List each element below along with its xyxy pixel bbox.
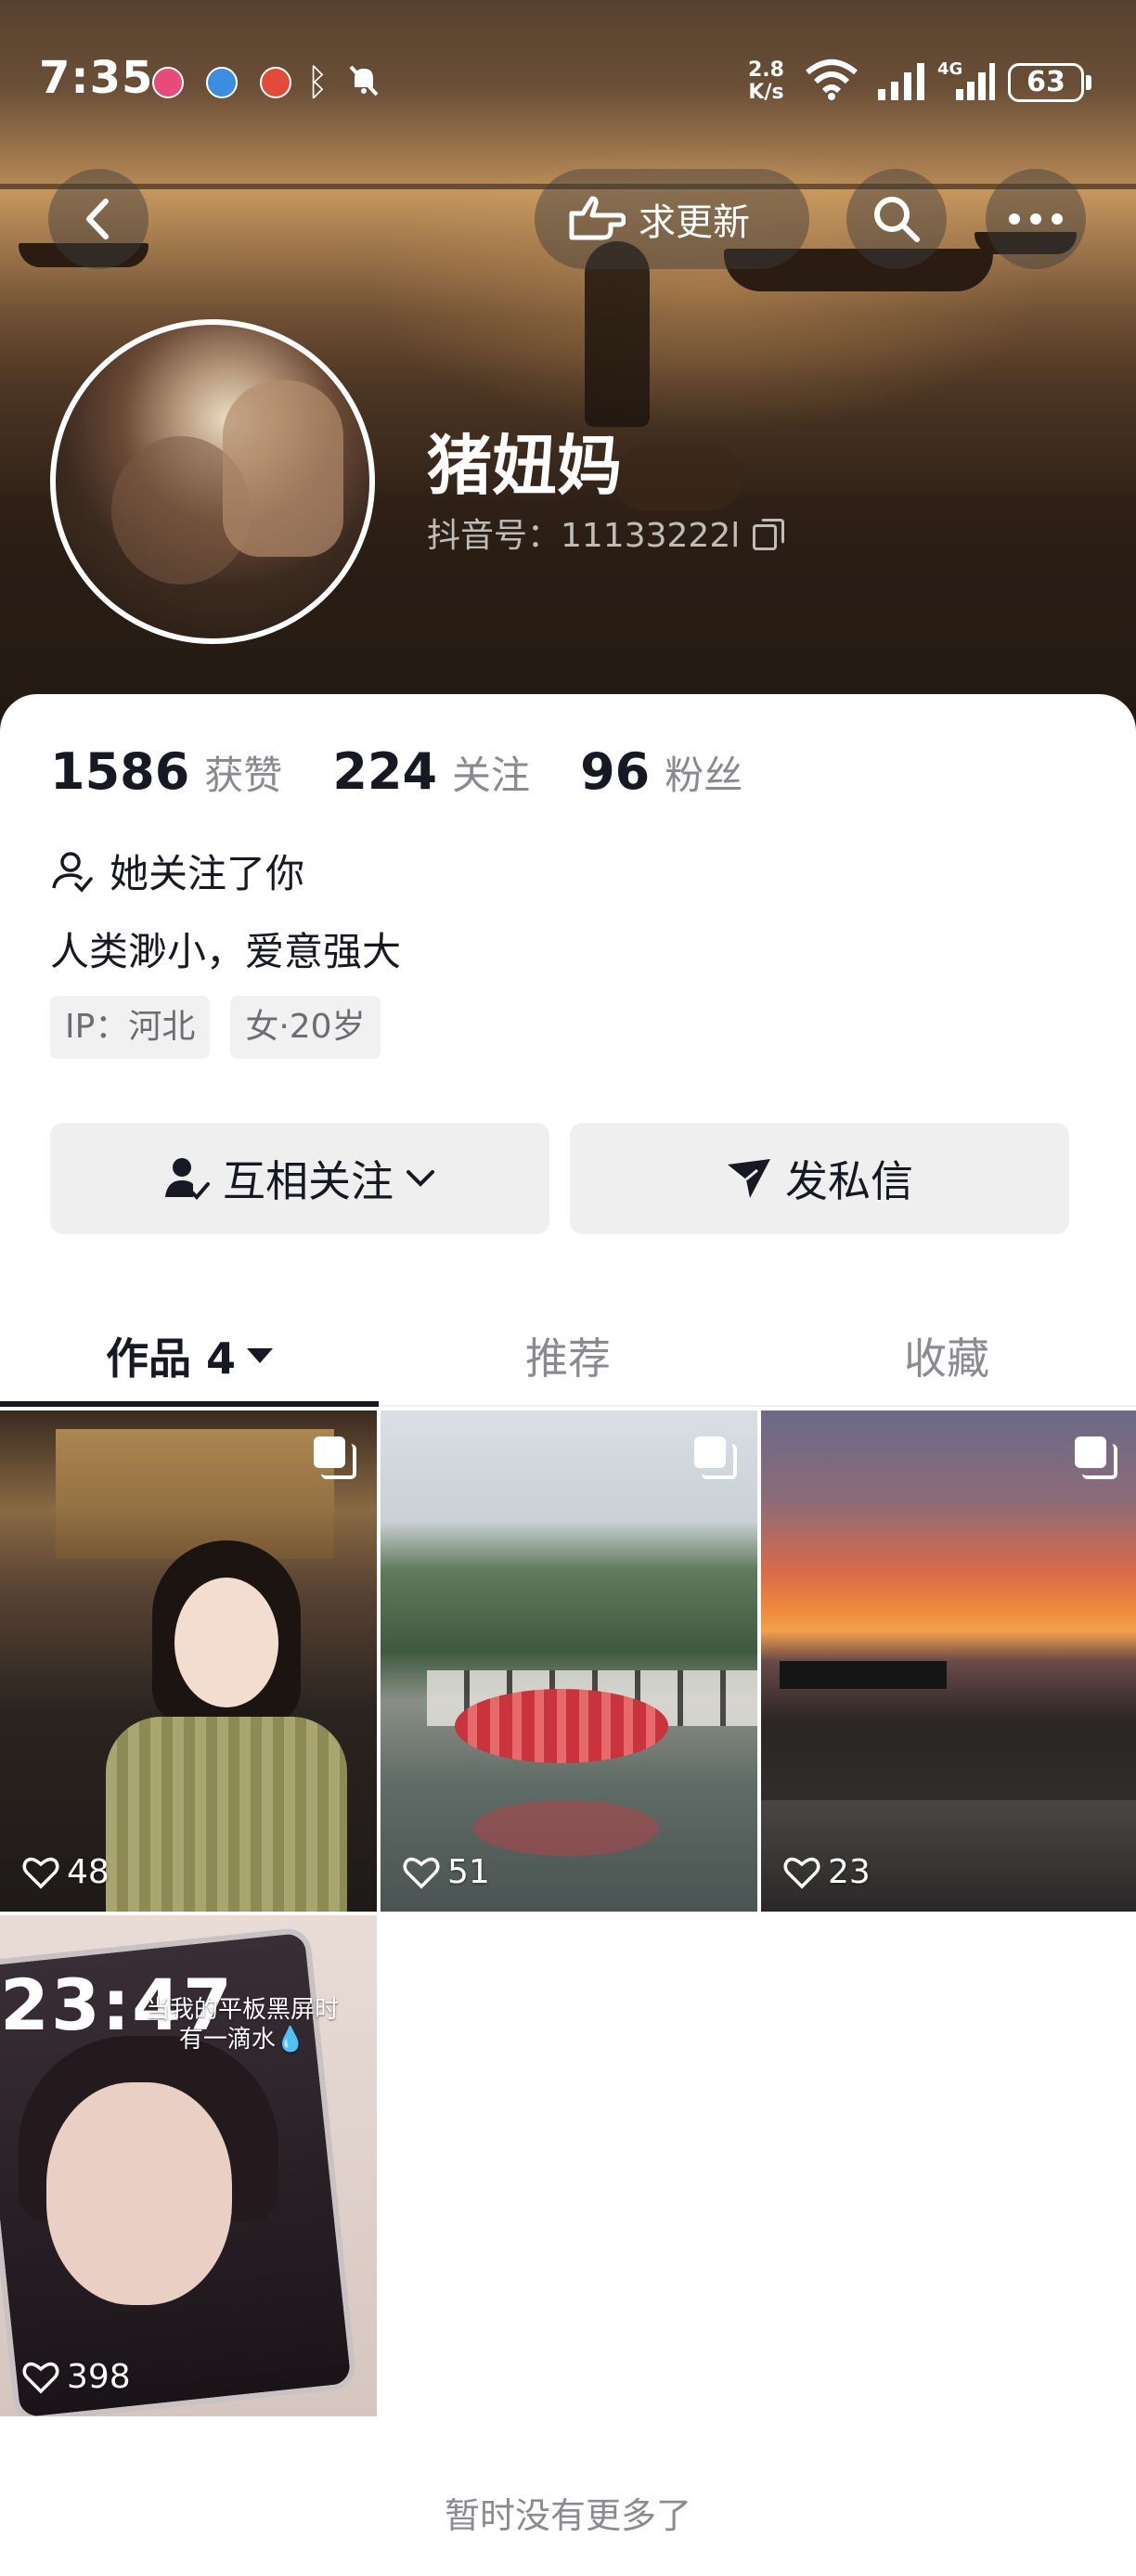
stat-label: 关注 [452, 753, 531, 798]
pointing-hand-icon [569, 196, 626, 240]
request-update-button[interactable]: 求更新 [535, 169, 809, 269]
avatar[interactable] [50, 319, 375, 644]
action-row: 互相关注 发私信 [50, 1123, 1069, 1234]
stat-following[interactable]: 224 关注 [332, 742, 530, 801]
heart-icon [22, 1857, 59, 1888]
no-more-text: 暂时没有更多了 [444, 2495, 691, 2536]
content-tabs: 作品 4 推荐 收藏 [0, 1307, 1136, 1407]
mutual-follow-button[interactable]: 互相关注 [50, 1123, 549, 1234]
signal-icon [956, 63, 995, 100]
wifi-icon [806, 59, 858, 100]
status-time: 7:35 [39, 52, 154, 104]
ip-tag: IP：河北 [50, 996, 211, 1059]
multi-image-icon [314, 1436, 356, 1479]
thumbnail-caption: 当我的平板黑屏时 有一滴水💧 [145, 1996, 339, 2054]
stat-number: 96 [580, 742, 651, 801]
back-button[interactable] [48, 169, 148, 269]
notification-app-icon [152, 67, 184, 98]
video-thumbnail[interactable]: 23 [761, 1410, 1136, 1912]
multi-image-icon [694, 1436, 737, 1479]
avatar-hand [223, 380, 343, 557]
request-update-label: 求更新 [639, 201, 750, 244]
tab-works[interactable]: 作品 4 [0, 1307, 379, 1407]
notification-app-icon [206, 67, 238, 98]
thumbnail-face [174, 1578, 278, 1707]
signal-icon [878, 63, 924, 100]
thumbnail-building [56, 1429, 334, 1559]
thumbnail-face [46, 2082, 232, 2305]
stat-likes[interactable]: 1586 获赞 [50, 742, 282, 801]
like-count: 23 [783, 1853, 871, 1891]
cover-dog [613, 445, 742, 510]
network-speed-value: 2.8 [748, 58, 784, 82]
chevron-left-icon [86, 199, 109, 239]
chevron-down-icon [407, 1170, 434, 1187]
search-icon [874, 197, 920, 242]
tab-label: 收藏 [904, 1333, 989, 1384]
thumbnail-traffic-light [780, 1661, 947, 1689]
like-count-value: 23 [828, 1853, 871, 1891]
profile-tags: IP：河北 女·20岁 [50, 996, 401, 1059]
stat-label: 粉丝 [665, 753, 743, 798]
stat-followers[interactable]: 96 粉丝 [580, 742, 742, 801]
cover-person [585, 241, 650, 427]
thumbnail-dress [106, 1717, 347, 1912]
like-count: 398 [22, 2358, 131, 2396]
person-icon [52, 851, 93, 893]
search-button[interactable] [846, 169, 947, 269]
send-message-label: 发私信 [785, 1156, 913, 1206]
heart-icon [783, 1857, 820, 1888]
thumbnail-reflection [473, 1800, 659, 1856]
more-button[interactable] [986, 169, 1086, 269]
send-message-button[interactable]: 发私信 [570, 1123, 1069, 1234]
bluetooth-icon: ᛒ [306, 61, 329, 104]
bio: 人类渺小，爱意强大 [50, 929, 402, 974]
like-count: 48 [22, 1853, 110, 1891]
gender-age-tag: 女·20岁 [230, 996, 381, 1059]
douyin-id[interactable]: 抖音号：11133222l [427, 509, 785, 557]
like-count: 51 [403, 1853, 490, 1891]
follows-you-indicator: 她关注了你 [50, 843, 304, 899]
mutual-follow-label: 互相关注 [223, 1156, 394, 1206]
battery-indicator: 63 [1008, 63, 1091, 102]
video-thumbnail[interactable]: 48 [0, 1410, 377, 1912]
bell-muted-icon [349, 65, 379, 97]
douyin-id-text: 抖音号：11133222l [427, 517, 741, 555]
more-dots-icon [1009, 213, 1063, 225]
profile-panel: 1586 获赞 224 关注 96 粉丝 她关注了你 人类渺小，爱意强大 IP：… [0, 694, 1136, 2576]
username: 猪妞妈 [427, 428, 622, 504]
follows-you-text: 她关注了你 [110, 851, 305, 896]
stat-number: 1586 [50, 742, 190, 801]
status-bar: 7:35 ᛒ 2.8 K/s 4G 63 [0, 0, 1136, 167]
caret-down-icon [247, 1348, 274, 1363]
stat-label: 获赞 [204, 753, 283, 798]
stat-number: 224 [332, 742, 438, 801]
tab-label: 推荐 [525, 1333, 611, 1384]
tab-recommend[interactable]: 推荐 [379, 1307, 757, 1405]
thumbnail-fish-sculpture [455, 1689, 668, 1763]
copy-icon[interactable] [753, 519, 785, 550]
video-thumbnail[interactable]: 51 [381, 1410, 757, 1912]
like-count-value: 51 [447, 1853, 490, 1891]
network-speed: 2.8 K/s [748, 59, 784, 104]
tab-favorites[interactable]: 收藏 [757, 1307, 1136, 1405]
profile-stats: 1586 获赞 224 关注 96 粉丝 [50, 742, 793, 801]
like-count-value: 48 [67, 1853, 110, 1891]
video-thumbnail[interactable]: 23:47 当我的平板黑屏时 有一滴水💧 398 [0, 1915, 377, 2416]
heart-icon [403, 1857, 440, 1888]
send-icon [728, 1159, 770, 1198]
tab-label: 作品 4 [105, 1333, 237, 1384]
notification-app-icon [260, 67, 291, 98]
multi-image-icon [1075, 1436, 1117, 1479]
network-speed-unit: K/s [748, 81, 784, 104]
like-count-value: 398 [67, 2358, 131, 2396]
person-check-icon [165, 1158, 210, 1200]
heart-icon [22, 2362, 59, 2393]
